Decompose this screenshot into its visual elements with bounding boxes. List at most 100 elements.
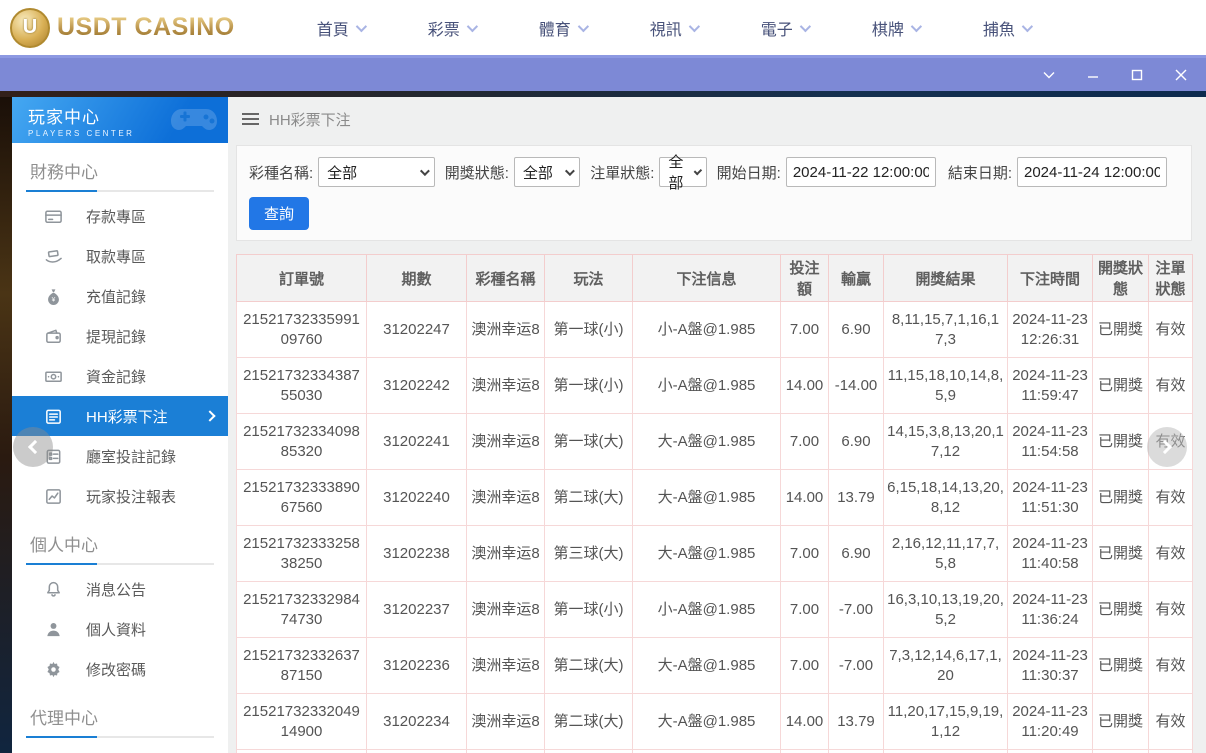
table-cell: 31202241 (367, 414, 467, 470)
table-cell: 14.00 (781, 470, 829, 526)
sidebar-item-label: 存款專區 (86, 206, 146, 227)
table-row: 215217323332583825031202238澳洲幸运8第三球(大)大-… (237, 526, 1193, 582)
chevron-down-icon[interactable] (1034, 63, 1064, 87)
sidebar-item-gear[interactable]: 修改密碼 (12, 649, 228, 689)
table-row-partial (237, 750, 1193, 753)
user-icon (44, 619, 64, 639)
nav-item-label: 捕魚 (983, 16, 1015, 40)
sidebar-item-label: 廳室投註記錄 (86, 446, 176, 467)
sidebar-item-wallet[interactable]: 提現記錄 (12, 316, 228, 356)
sidebar-item-deposit-card[interactable]: 存款專區 (12, 196, 228, 236)
nav-item-7[interactable]: 捕魚 (951, 0, 1062, 55)
table-cell: 7,3,12,14,6,17,1,20 (884, 638, 1008, 694)
sidebar-item-money-bag[interactable]: ¥充值記錄 (12, 276, 228, 316)
section-divider (26, 190, 214, 192)
nav-item-3[interactable]: 體育 (507, 0, 618, 55)
deposit-card-icon (44, 206, 64, 226)
table-cell: 2152173233389067560 (237, 470, 367, 526)
draw-status-label: 開獎狀態: (445, 162, 509, 183)
table-cell: 第二球(大) (545, 638, 633, 694)
table-cell: 已開獎 (1093, 526, 1149, 582)
table-cell (633, 750, 781, 753)
content-area: HH彩票下注 彩種名稱: 全部 開獎狀態: 全部 注單狀態: 全部 (228, 97, 1206, 753)
filter-panel: 彩種名稱: 全部 開獎狀態: 全部 注單狀態: 全部 開始日期: 結束日期: (236, 145, 1192, 241)
sidebar-section-title: 個人中心 (12, 516, 228, 563)
start-date-input[interactable] (786, 157, 936, 187)
maximize-icon[interactable] (1122, 63, 1152, 87)
table-cell: 7.00 (781, 638, 829, 694)
nav-item-4[interactable]: 視訊 (618, 0, 729, 55)
table-row: 215217323326378715031202236澳洲幸运8第二球(大)大-… (237, 638, 1193, 694)
chevron-down-icon (689, 20, 700, 31)
logo-letter: U (23, 16, 37, 39)
window-title-bar (0, 55, 1206, 91)
bet-records-table: 訂單號期數彩種名稱玩法下注信息投注額輸贏開獎結果下注時間開獎狀態注單狀態 215… (236, 254, 1193, 753)
table-cell: 有效 (1149, 582, 1193, 638)
table-cell: 已開獎 (1093, 302, 1149, 358)
nav-item-2[interactable]: 彩票 (396, 0, 507, 55)
table-cell: 31202236 (367, 638, 467, 694)
query-button[interactable]: 查詢 (249, 197, 309, 230)
sidebar-item-document[interactable]: 代理規則說明 (12, 742, 228, 753)
table-cell: 7.00 (781, 414, 829, 470)
table-cell: 16,3,10,13,19,20,5,2 (884, 582, 1008, 638)
sidebar-item-report-chart[interactable]: 玩家投注報表 (12, 476, 228, 516)
sidebar-item-label: 修改密碼 (86, 659, 146, 680)
nav-item-5[interactable]: 電子 (729, 0, 840, 55)
nav-item-label: 視訊 (650, 16, 682, 40)
chevron-down-icon (911, 20, 922, 31)
table-cell: 2152173233438755030 (237, 358, 367, 414)
chevron-down-icon (467, 20, 478, 31)
wallet-icon (44, 326, 64, 346)
lottery-name-select[interactable]: 全部 (318, 157, 435, 187)
nav-item-1[interactable]: 首頁 (285, 0, 396, 55)
sidebar-collapse-button[interactable] (13, 427, 53, 467)
chevron-left-icon (28, 440, 42, 454)
chevron-down-icon (693, 166, 701, 174)
chevron-down-icon (1022, 20, 1033, 31)
table-cell: 第二球(大) (545, 470, 633, 526)
table-cell: 2152173233263787150 (237, 638, 367, 694)
order-status-select[interactable]: 全部 (659, 157, 706, 187)
table-cell: 31202237 (367, 582, 467, 638)
minimize-icon[interactable] (1078, 63, 1108, 87)
chevron-down-icon (420, 166, 430, 176)
sidebar-item-bell[interactable]: 消息公告 (12, 569, 228, 609)
draw-status-select[interactable]: 全部 (514, 157, 580, 187)
end-date-label: 結束日期: (948, 162, 1012, 183)
table-cell: 2152173233599109760 (237, 302, 367, 358)
order-status-value: 全部 (668, 151, 685, 193)
column-header-7: 輸贏 (829, 255, 884, 302)
table-cell: 13.79 (829, 470, 884, 526)
lottery-name-value: 全部 (327, 162, 357, 183)
column-header-9: 下注時間 (1008, 255, 1093, 302)
sidebar-item-label: 提現記錄 (86, 326, 146, 347)
table-cell: 6.90 (829, 526, 884, 582)
sidebar-item-withdraw-hand[interactable]: 取款專區 (12, 236, 228, 276)
table-cell (1149, 750, 1193, 753)
site-logo[interactable]: U USDT CASINO (10, 8, 235, 48)
sidebar-item-user[interactable]: 個人資料 (12, 609, 228, 649)
column-header-8: 開獎結果 (884, 255, 1008, 302)
table-cell: 31202238 (367, 526, 467, 582)
table-cell: 7.00 (781, 302, 829, 358)
withdraw-hand-icon (44, 246, 64, 266)
table-cell: 14.00 (781, 694, 829, 750)
table-cell: 大-A盤@1.985 (633, 638, 781, 694)
nav-item-label: 彩票 (428, 16, 460, 40)
menu-toggle-icon[interactable] (242, 113, 259, 125)
end-date-input[interactable] (1017, 157, 1167, 187)
column-header-3: 彩種名稱 (467, 255, 545, 302)
table-cell: 已開獎 (1093, 358, 1149, 414)
table-cell (237, 750, 367, 753)
table-row: 215217323359910976031202247澳洲幸运8第一球(小)小-… (237, 302, 1193, 358)
site-top-bar: U USDT CASINO 首頁 彩票 體育 視訊 電子棋牌 捕魚 (0, 0, 1206, 55)
close-icon[interactable] (1166, 63, 1196, 87)
bet-records-table-card: 訂單號期數彩種名稱玩法下注信息投注額輸贏開獎結果下注時間開獎狀態注單狀態 215… (236, 254, 1192, 753)
table-cell: 大-A盤@1.985 (633, 414, 781, 470)
main-nav-menu: 首頁 彩票 體育 視訊 電子棋牌 捕魚 (285, 0, 1062, 55)
sidebar-item-banknote[interactable]: 資金記錄 (12, 356, 228, 396)
table-cell: 11,15,18,10,14,8,5,9 (884, 358, 1008, 414)
next-page-button[interactable] (1147, 427, 1187, 467)
nav-item-6[interactable]: 棋牌 (840, 0, 951, 55)
